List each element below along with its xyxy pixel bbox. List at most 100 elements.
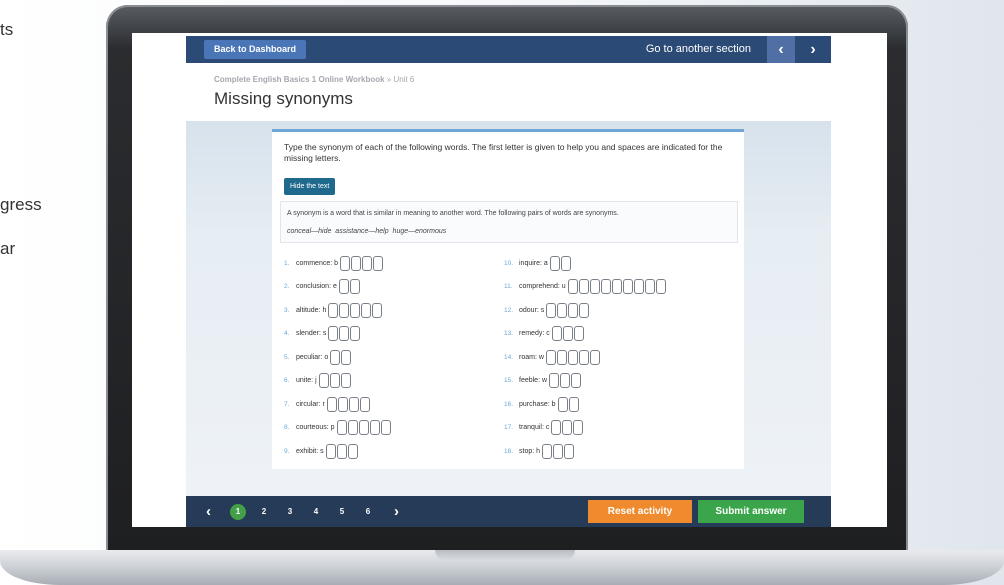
letter-input-box[interactable] [328,326,339,341]
next-page-button[interactable]: › [394,496,399,527]
letter-input-box[interactable] [347,443,358,459]
letter-input-box[interactable] [655,279,666,294]
question-item: 17. tranquil: c [504,419,584,437]
next-section-button[interactable]: › [799,36,827,63]
question-prompt: purchase: b [519,400,556,408]
letter-input-box[interactable] [560,255,571,271]
letter-input-box[interactable] [611,279,622,294]
breadcrumb-unit: » Unit 6 [386,75,415,84]
breadcrumb-workbook[interactable]: Complete English Basics 1 Online Workboo… [214,75,385,84]
page-button-6[interactable]: 6 [360,504,376,520]
letter-input-box[interactable] [589,279,600,294]
letter-input-box[interactable] [340,373,351,388]
letter-input-box[interactable] [325,443,336,459]
letter-input-box[interactable] [562,326,573,341]
letter-input-box[interactable] [330,349,341,365]
question-number: 17. [504,424,514,431]
bottom-navigation-bar: ‹ 1 2 3 4 5 6 › Reset activity Submit an… [186,496,831,527]
letter-input-box[interactable] [578,279,589,294]
letter-input-box[interactable] [362,255,373,271]
letter-input-box[interactable] [562,420,573,435]
letter-input-box[interactable] [551,326,562,341]
question-item: 18. stop: h [504,442,575,460]
letter-input-box[interactable] [546,302,557,318]
question-prompt: slender: s [296,330,327,337]
letter-input-box[interactable] [560,373,571,388]
letter-input-box[interactable] [318,373,329,388]
back-to-dashboard-button[interactable]: Back to Dashboard [204,40,307,59]
letter-input-box[interactable] [339,302,350,318]
letter-input-box[interactable] [351,255,362,271]
page-button-2[interactable]: 2 [256,504,272,520]
letter-input-box[interactable] [553,443,564,459]
letter-input-box[interactable] [644,279,655,294]
side-text-1: ts [0,20,14,39]
letter-input-box[interactable] [542,443,553,459]
letter-input-box[interactable] [557,302,568,318]
letter-input-box[interactable] [567,279,578,294]
letter-input-box[interactable] [358,420,369,435]
previous-page-button[interactable]: ‹ [206,496,211,527]
letter-input-box[interactable] [361,302,372,318]
letter-input-box[interactable] [347,420,358,435]
letter-input-box[interactable] [328,302,339,318]
hide-text-button[interactable]: Hide the text [284,178,336,195]
letter-input-box[interactable] [573,326,584,341]
page-button-4[interactable]: 4 [308,504,324,520]
page-button-1[interactable]: 1 [230,504,246,520]
letter-input-box[interactable] [337,396,348,412]
letter-input-box[interactable] [326,396,337,412]
letter-input-box[interactable] [380,420,391,435]
letter-input-box[interactable] [350,326,361,341]
letter-inputs [340,255,384,271]
letter-inputs [330,349,352,365]
letter-input-box[interactable] [545,349,556,365]
go-to-section-label[interactable]: Go to another section [646,36,751,63]
letter-input-box[interactable] [329,373,340,388]
previous-section-button[interactable]: ‹ [767,36,795,63]
letter-input-box[interactable] [564,443,575,459]
letter-input-box[interactable] [567,349,578,365]
question-item: 4. slender: s [284,325,361,343]
letter-input-box[interactable] [359,396,370,412]
letter-input-box[interactable] [336,420,347,435]
letter-input-box[interactable] [578,349,589,365]
question-item: 9. exhibit: s [284,442,359,460]
letter-input-box[interactable] [579,302,590,318]
page-button-3[interactable]: 3 [282,504,298,520]
letter-input-box[interactable] [589,349,600,365]
letter-input-box[interactable] [549,255,560,271]
reset-activity-button[interactable]: Reset activity [588,500,692,523]
letter-input-box[interactable] [372,302,383,318]
letter-input-box[interactable] [551,420,562,435]
submit-answer-button[interactable]: Submit answer [698,500,804,523]
letter-input-box[interactable] [573,420,584,435]
letter-input-box[interactable] [349,279,360,294]
question-prompt: altitude: h [296,306,327,314]
letter-input-box[interactable] [373,255,384,271]
letter-inputs [551,420,584,435]
question-number: 14. [504,353,514,361]
letter-input-box[interactable] [600,279,611,294]
letter-input-box[interactable] [549,373,560,388]
letter-input-box[interactable] [340,255,351,271]
letter-input-box[interactable] [348,396,359,412]
letter-input-box[interactable] [350,302,361,318]
letter-input-box[interactable] [633,279,644,294]
page-button-5[interactable]: 5 [334,504,350,520]
letter-input-box[interactable] [341,349,352,365]
letter-input-box[interactable] [556,349,567,365]
letter-input-box[interactable] [338,279,349,294]
letter-input-box[interactable] [336,443,347,459]
letter-inputs [567,279,667,294]
letter-input-box[interactable] [369,420,380,435]
letter-input-box[interactable] [571,373,582,388]
question-prompt: peculiar: o [296,353,329,361]
letter-input-box[interactable] [339,326,350,341]
question-prompt: commence: b [296,259,339,267]
page-title: Missing synonyms [214,89,353,108]
letter-input-box[interactable] [568,396,579,412]
letter-input-box[interactable] [622,279,633,294]
letter-input-box[interactable] [568,302,579,318]
letter-input-box[interactable] [557,396,568,412]
